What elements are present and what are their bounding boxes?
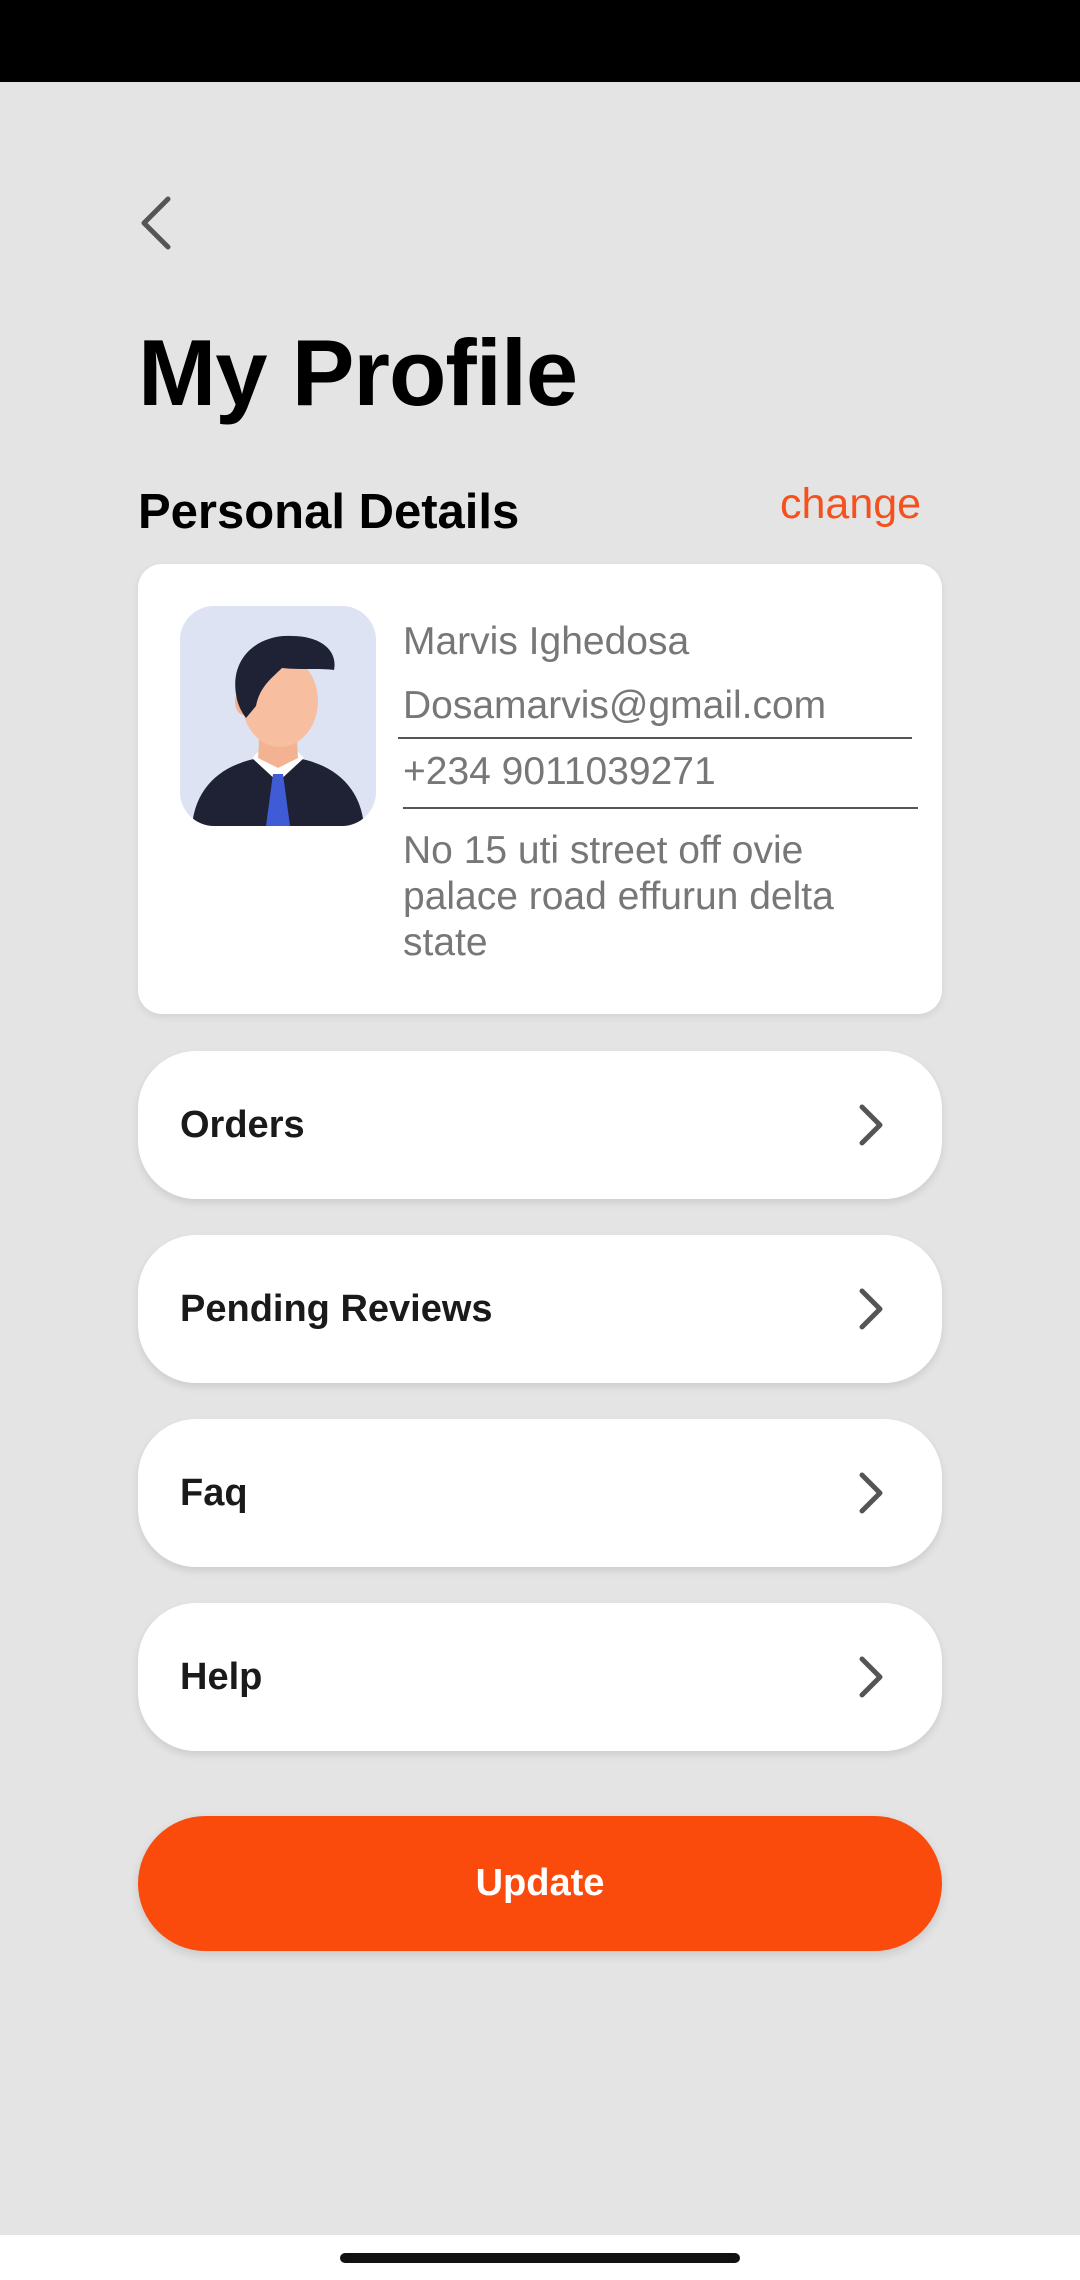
menu-item-label: Pending Reviews xyxy=(180,1288,493,1330)
menu-item-faq[interactable]: Faq xyxy=(138,1419,942,1567)
user-avatar-icon xyxy=(192,635,364,826)
name-field[interactable]: Marvis Ighedosa xyxy=(403,618,689,666)
menu-item-pending-reviews[interactable]: Pending Reviews xyxy=(138,1235,942,1383)
chevron-right-icon xyxy=(859,1472,883,1514)
home-indicator[interactable] xyxy=(340,2253,740,2263)
email-field[interactable]: Dosamarvis@gmail.com xyxy=(403,682,826,730)
chevron-right-icon xyxy=(859,1104,883,1146)
address-field[interactable]: No 15 uti street off ovie palace road ef… xyxy=(403,828,903,966)
avatar xyxy=(180,606,376,826)
page-title: My Profile xyxy=(138,320,578,425)
phone-field[interactable]: +234 9011039271 xyxy=(403,748,716,796)
menu-item-label: Orders xyxy=(180,1104,305,1146)
change-link[interactable]: change xyxy=(780,478,921,530)
menu-item-orders[interactable]: Orders xyxy=(138,1051,942,1199)
status-bar xyxy=(0,0,1080,82)
update-button[interactable]: Update xyxy=(138,1816,942,1951)
chevron-right-icon xyxy=(859,1288,883,1330)
chevron-left-icon xyxy=(141,196,171,250)
section-title: Personal Details xyxy=(138,485,520,539)
divider xyxy=(398,737,912,739)
menu-item-label: Faq xyxy=(180,1472,248,1514)
back-button[interactable] xyxy=(128,190,184,256)
menu-item-help[interactable]: Help xyxy=(138,1603,942,1751)
chevron-right-icon xyxy=(859,1656,883,1698)
menu-item-label: Help xyxy=(180,1656,263,1698)
personal-details-card: Marvis Ighedosa Dosamarvis@gmail.com +23… xyxy=(138,564,942,1014)
divider xyxy=(403,807,918,809)
